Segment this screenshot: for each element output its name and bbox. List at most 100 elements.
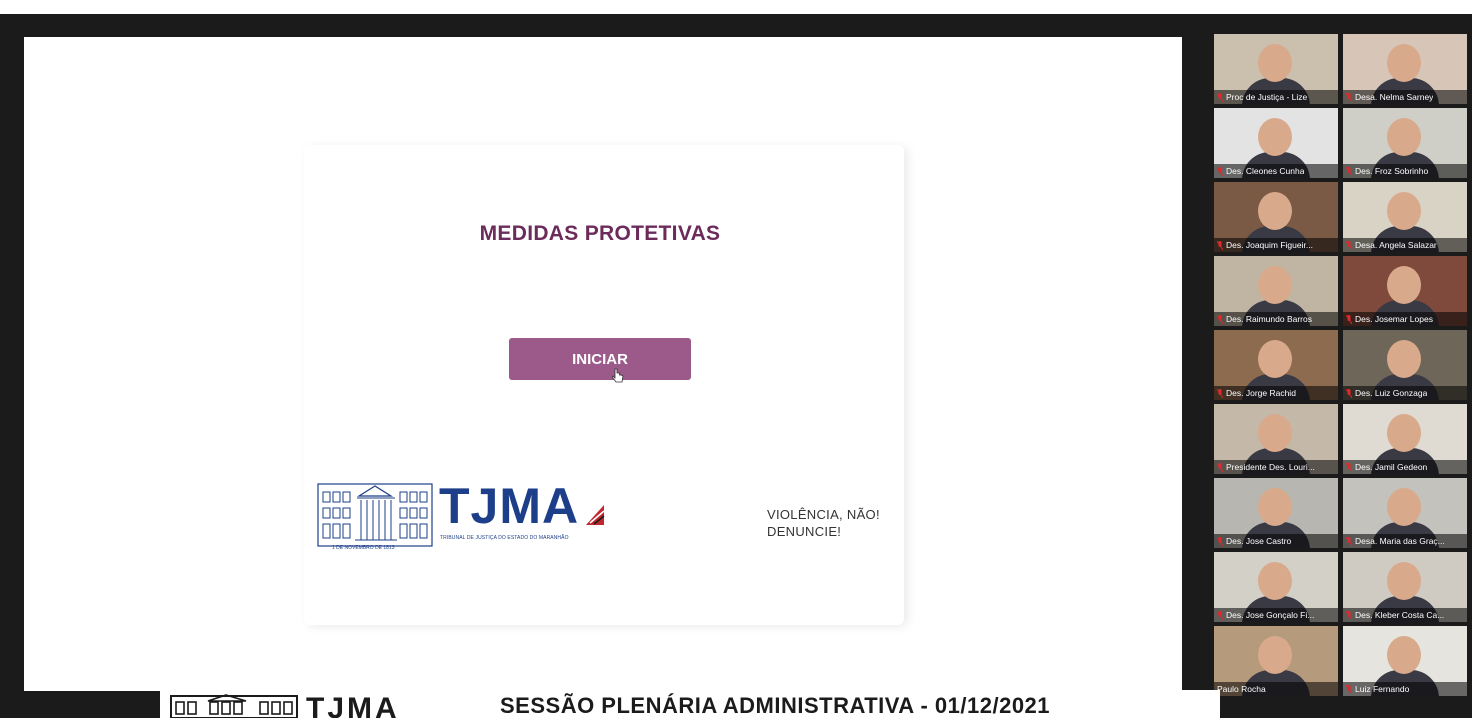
participant-silhouette-head bbox=[1387, 192, 1421, 230]
participant-name: Des. Jose Castro bbox=[1226, 536, 1292, 546]
tjma-logo-text: TJMA bbox=[439, 478, 580, 534]
start-button[interactable]: INICIAR bbox=[509, 338, 691, 380]
participant-name-bar: Des. Luiz Gonzaga bbox=[1343, 386, 1467, 400]
participant-silhouette-head bbox=[1387, 562, 1421, 600]
participant-gallery: Proc de Justiça - Lize Desa. Nelma Sarney… bbox=[1214, 34, 1467, 696]
participant-silhouette-head bbox=[1387, 118, 1421, 156]
participant-name: Presidente Des. Louri... bbox=[1226, 462, 1315, 472]
participant-name-bar: Presidente Des. Louri... bbox=[1214, 460, 1338, 474]
participant-tile[interactable]: Des. Josemar Lopes bbox=[1343, 256, 1467, 326]
participant-silhouette-head bbox=[1258, 562, 1292, 600]
participant-silhouette-head bbox=[1258, 488, 1292, 526]
muted-mic-icon bbox=[1217, 610, 1223, 620]
participant-name: Des. Jose Gonçalo Fi... bbox=[1226, 610, 1315, 620]
participant-tile[interactable]: Des. Jose Gonçalo Fi... bbox=[1214, 552, 1338, 622]
slogan: VIOLÊNCIA, NÃO! DENUNCIE! bbox=[767, 506, 907, 540]
participant-tile[interactable]: Presidente Des. Louri... bbox=[1214, 404, 1338, 474]
participant-name-bar: Desa. Nelma Sarney bbox=[1343, 90, 1467, 104]
participant-name-bar: Paulo Rocha bbox=[1214, 682, 1338, 696]
participant-name: Des. Cleones Cunha bbox=[1226, 166, 1305, 176]
participant-name-bar: Proc de Justiça - Lize bbox=[1214, 90, 1338, 104]
participant-name-bar: Des. Joaquim Figueir... bbox=[1214, 238, 1338, 252]
participant-silhouette-head bbox=[1258, 636, 1292, 674]
participant-name: Desa. Angela Salazar bbox=[1355, 240, 1437, 250]
participant-tile[interactable]: Des. Jamil Gedeon bbox=[1343, 404, 1467, 474]
logo-subtitle: TRIBUNAL DE JUSTIÇA DO ESTADO DO MARANHÃ… bbox=[440, 535, 569, 541]
participant-name: Des. Jamil Gedeon bbox=[1355, 462, 1428, 472]
muted-mic-icon bbox=[1346, 314, 1352, 324]
muted-mic-icon bbox=[1217, 536, 1223, 546]
participant-tile[interactable]: Des. Luiz Gonzaga bbox=[1343, 330, 1467, 400]
participant-name: Desa. Maria das Graç... bbox=[1355, 536, 1445, 546]
muted-mic-icon bbox=[1217, 166, 1223, 176]
participant-silhouette-head bbox=[1387, 636, 1421, 674]
participant-name-bar: Desa. Angela Salazar bbox=[1343, 238, 1467, 252]
participant-silhouette-head bbox=[1387, 266, 1421, 304]
participant-name: Des. Luiz Gonzaga bbox=[1355, 388, 1428, 398]
banner-tjma-logo: TJMA bbox=[306, 694, 400, 718]
muted-mic-icon bbox=[1346, 536, 1352, 546]
slide-title: MEDIDAS PROTETIVAS bbox=[479, 222, 721, 245]
participant-tile[interactable]: Paulo Rocha bbox=[1214, 626, 1338, 696]
participant-tile[interactable]: Des. Kleber Costa Ca... bbox=[1343, 552, 1467, 622]
participant-silhouette-head bbox=[1387, 340, 1421, 378]
banner-building-logo-icon bbox=[170, 694, 298, 718]
muted-mic-icon bbox=[1217, 388, 1223, 398]
participant-silhouette-head bbox=[1258, 340, 1292, 378]
hand-cursor-icon bbox=[612, 368, 624, 383]
muted-mic-icon bbox=[1346, 388, 1352, 398]
muted-mic-icon bbox=[1217, 314, 1223, 324]
participant-silhouette-head bbox=[1258, 414, 1292, 452]
top-border bbox=[0, 0, 1480, 14]
maranhao-flag-icon bbox=[586, 505, 605, 525]
logo-founded-text: 1 DE NOVEMBRO DE 1813 bbox=[332, 545, 395, 551]
muted-mic-icon bbox=[1217, 240, 1223, 250]
participant-name: Des. Kleber Costa Ca... bbox=[1355, 610, 1445, 620]
muted-mic-icon bbox=[1346, 462, 1352, 472]
muted-mic-icon bbox=[1217, 92, 1223, 102]
participant-name-bar: Des. Cleones Cunha bbox=[1214, 164, 1338, 178]
muted-mic-icon bbox=[1346, 610, 1352, 620]
participant-name-bar: Desa. Maria das Graç... bbox=[1343, 534, 1467, 548]
participant-silhouette-head bbox=[1387, 44, 1421, 82]
participant-tile[interactable]: Des. Jose Castro bbox=[1214, 478, 1338, 548]
participant-name-bar: Des. Josemar Lopes bbox=[1343, 312, 1467, 326]
participant-name-bar: Des. Froz Sobrinho bbox=[1343, 164, 1467, 178]
slogan-line-2: DENUNCIE! bbox=[767, 524, 842, 539]
participant-silhouette-head bbox=[1258, 192, 1292, 230]
muted-mic-icon bbox=[1346, 684, 1352, 694]
participant-name-bar: Des. Kleber Costa Ca... bbox=[1343, 608, 1467, 622]
participant-name: Des. Josemar Lopes bbox=[1355, 314, 1433, 324]
participant-silhouette-head bbox=[1387, 414, 1421, 452]
participant-silhouette-head bbox=[1258, 44, 1292, 82]
participant-silhouette-head bbox=[1258, 118, 1292, 156]
participant-name: Des. Joaquim Figueir... bbox=[1226, 240, 1313, 250]
participant-tile[interactable]: Desa. Nelma Sarney bbox=[1343, 34, 1467, 104]
participant-silhouette-head bbox=[1387, 488, 1421, 526]
participant-tile[interactable]: Desa. Angela Salazar bbox=[1343, 182, 1467, 252]
participant-tile[interactable]: Des. Jorge Rachid bbox=[1214, 330, 1338, 400]
participant-name-bar: Des. Jose Gonçalo Fi... bbox=[1214, 608, 1338, 622]
participant-name: Luiz Fernando bbox=[1355, 684, 1410, 694]
participant-tile[interactable]: Luiz Fernando bbox=[1343, 626, 1467, 696]
tjma-building-logo-icon bbox=[317, 483, 433, 547]
participant-tile[interactable]: Des. Raimundo Barros bbox=[1214, 256, 1338, 326]
participant-name: Des. Jorge Rachid bbox=[1226, 388, 1296, 398]
participant-name: Proc de Justiça - Lize bbox=[1226, 92, 1308, 102]
banner-title: SESSÃO PLENÁRIA ADMINISTRATIVA - 01/12/2… bbox=[500, 693, 1051, 718]
participant-name: Desa. Nelma Sarney bbox=[1355, 92, 1434, 102]
participant-tile[interactable]: Des. Cleones Cunha bbox=[1214, 108, 1338, 178]
participant-name-bar: Luiz Fernando bbox=[1343, 682, 1467, 696]
participant-tile[interactable]: Proc de Justiça - Lize bbox=[1214, 34, 1338, 104]
muted-mic-icon bbox=[1217, 462, 1223, 472]
right-border bbox=[1472, 0, 1480, 718]
participant-name-bar: Des. Jamil Gedeon bbox=[1343, 460, 1467, 474]
participant-tile[interactable]: Des. Joaquim Figueir... bbox=[1214, 182, 1338, 252]
muted-mic-icon bbox=[1346, 240, 1352, 250]
participant-name: Paulo Rocha bbox=[1217, 684, 1266, 694]
participant-tile[interactable]: Des. Froz Sobrinho bbox=[1343, 108, 1467, 178]
muted-mic-icon bbox=[1346, 166, 1352, 176]
slogan-line-1: VIOLÊNCIA, NÃO! bbox=[767, 507, 880, 522]
participant-tile[interactable]: Desa. Maria das Graç... bbox=[1343, 478, 1467, 548]
participant-silhouette-head bbox=[1258, 266, 1292, 304]
